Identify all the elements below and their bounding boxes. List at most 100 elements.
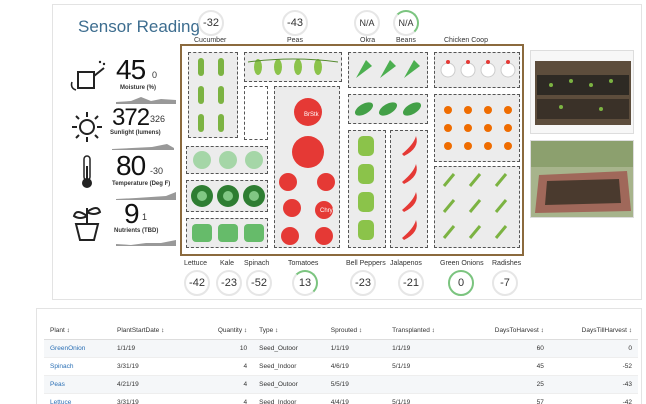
temperature-value: 80 xyxy=(116,150,146,181)
garden-photo-raised-bed xyxy=(530,140,634,218)
gauge-label-okra: Okra xyxy=(360,37,376,44)
watering-can-icon xyxy=(70,60,106,91)
gauge-label-lettuce: Lettuce xyxy=(184,260,207,267)
cell-days-to-harvest: 25 xyxy=(463,375,550,394)
cell-sprouted: 4/6/19 xyxy=(324,357,387,376)
col-sprouted[interactable]: Sprouted ↕ xyxy=(324,322,387,340)
page-title: Sensor Readings xyxy=(78,17,209,36)
cell-days-to-harvest: 45 xyxy=(463,357,550,376)
jalapeno-plants xyxy=(402,136,417,240)
harvest-table: Plant ↕ PlantStartDate ↕ Quantity ↕ Type… xyxy=(44,322,638,404)
gauge-label-green-onions: Green Onions xyxy=(440,260,484,267)
cell-quantity: 10 xyxy=(194,339,254,358)
cell-quantity: 4 xyxy=(194,357,254,376)
col-quantity[interactable]: Quantity ↕ xyxy=(194,322,254,340)
chicken-icons xyxy=(440,60,516,78)
gauge-tomatoes: 13 xyxy=(292,270,318,296)
bed-empty xyxy=(244,86,268,140)
moisture-value: 45 xyxy=(116,54,146,85)
moisture-sparkline xyxy=(116,97,176,104)
okra-plants xyxy=(356,60,420,78)
cell-sprouted: 4/4/19 xyxy=(324,393,387,404)
cell-plant[interactable]: Lettuce xyxy=(44,393,111,404)
gauge-green-onions: 0 xyxy=(448,270,474,296)
gauge-label-spinach: Spinach xyxy=(244,260,270,267)
gauge-lettuce: -42 xyxy=(184,270,210,296)
garden-plot: BrStk Chry xyxy=(180,44,524,256)
cell-sprouted: 1/1/19 xyxy=(324,339,387,358)
cell-transplanted xyxy=(386,375,464,394)
cell-start-date: 4/21/19 xyxy=(111,375,195,394)
gauge-cucumber: -32 xyxy=(198,10,224,36)
cell-type: Seed_Outoor xyxy=(253,339,325,358)
gauge-label-beans: Beans xyxy=(396,37,416,44)
cell-type: Seed_Outoor xyxy=(253,375,325,394)
cucumber-plants xyxy=(198,58,224,132)
cell-type: Seed_Indoor xyxy=(253,357,325,376)
col-plant[interactable]: Plant ↕ xyxy=(44,322,111,340)
cell-start-date: 3/31/19 xyxy=(111,393,195,404)
sunlight-caption: Sunlight (lumens) xyxy=(110,130,161,136)
cell-quantity: 4 xyxy=(194,393,254,404)
nutrients-sub: 1 xyxy=(142,212,148,222)
garden-photo-seedlings xyxy=(530,50,634,134)
gauge-label-cucumber: Cucumber xyxy=(194,37,227,44)
bell-pepper-plants xyxy=(358,136,374,240)
spinach-plants xyxy=(192,224,264,242)
gauge-label-bell-peppers: Bell Peppers xyxy=(346,260,386,267)
gauge-jalapenos: -21 xyxy=(398,270,424,296)
raised-bed-image xyxy=(531,141,633,217)
plant-pot-icon xyxy=(72,207,102,241)
cell-transplanted: 5/1/19 xyxy=(386,357,464,376)
temperature-caption: Temperature (Deg F) xyxy=(112,181,171,187)
radish-plants xyxy=(444,106,512,150)
bean-plants xyxy=(354,102,422,116)
seedlings-image xyxy=(531,51,633,133)
cell-days-till-harvest: 0 xyxy=(549,339,638,358)
thermometer-icon xyxy=(82,155,92,188)
cell-days-to-harvest: 60 xyxy=(463,339,550,358)
gauge-peas: -43 xyxy=(282,10,308,36)
sunlight-sub: 326 xyxy=(150,114,166,124)
cell-type: Seed_Indoor xyxy=(253,393,325,404)
table-row: Spinach 3/31/19 4 Seed_Indoor 4/6/19 5/1… xyxy=(44,357,638,376)
gauge-label-peas: Peas xyxy=(287,37,303,44)
cell-transplanted: 5/1/19 xyxy=(386,393,464,404)
cell-plant[interactable]: Peas xyxy=(44,375,111,394)
sunlight-value: 372 xyxy=(112,104,150,131)
table-row: Peas 4/21/19 4 Seed_Outoor 5/5/19 25 -43 xyxy=(44,375,638,394)
cell-plant[interactable]: GreenOnion xyxy=(44,339,111,358)
gauge-label-radishes: Radishes xyxy=(492,260,522,267)
sun-icon xyxy=(72,112,102,142)
cell-quantity: 4 xyxy=(194,375,254,394)
table-row: GreenOnion 1/1/19 10 Seed_Outoor 1/1/19 … xyxy=(44,339,638,358)
gauge-label-kale: Kale xyxy=(220,260,235,267)
kale-plants xyxy=(191,185,265,207)
cell-days-till-harvest: -43 xyxy=(549,375,638,394)
sunlight-sparkline xyxy=(112,144,174,150)
cell-start-date: 1/1/19 xyxy=(111,339,195,358)
gauge-label-jalapenos: Jalapenos xyxy=(390,260,422,267)
table-row: Lettuce 3/31/19 4 Seed_Indoor 4/4/19 5/1… xyxy=(44,393,638,404)
gauge-okra: N/A xyxy=(354,10,380,36)
moisture-caption: Moisture (%) xyxy=(120,85,156,91)
gauge-beans: N/A xyxy=(393,10,419,36)
cell-transplanted: 1/1/19 xyxy=(386,339,464,358)
green-onion-plants xyxy=(442,173,508,239)
table-header-row: Plant ↕ PlantStartDate ↕ Quantity ↕ Type… xyxy=(44,322,638,340)
col-transplanted[interactable]: Transplanted ↕ xyxy=(386,322,464,340)
col-plant-start-date[interactable]: PlantStartDate ↕ xyxy=(111,322,195,340)
tomato-chry-label: Chry xyxy=(320,208,333,214)
col-days-till-harvest[interactable]: DaysTillHarvest ↕ xyxy=(549,322,638,340)
col-type[interactable]: Type ↕ xyxy=(253,322,325,340)
gauge-bell-peppers: -23 xyxy=(350,270,376,296)
moisture-sub: 0 xyxy=(152,70,158,80)
cell-days-to-harvest: 57 xyxy=(463,393,550,404)
cell-days-till-harvest: -42 xyxy=(549,393,638,404)
col-days-to-harvest[interactable]: DaysToHarvest ↕ xyxy=(463,322,550,340)
cell-sprouted: 5/5/19 xyxy=(324,375,387,394)
gauge-kale: -23 xyxy=(216,270,242,296)
cell-plant[interactable]: Spinach xyxy=(44,357,111,376)
cell-days-till-harvest: -52 xyxy=(549,357,638,376)
nutrients-value: 9 xyxy=(124,198,140,229)
